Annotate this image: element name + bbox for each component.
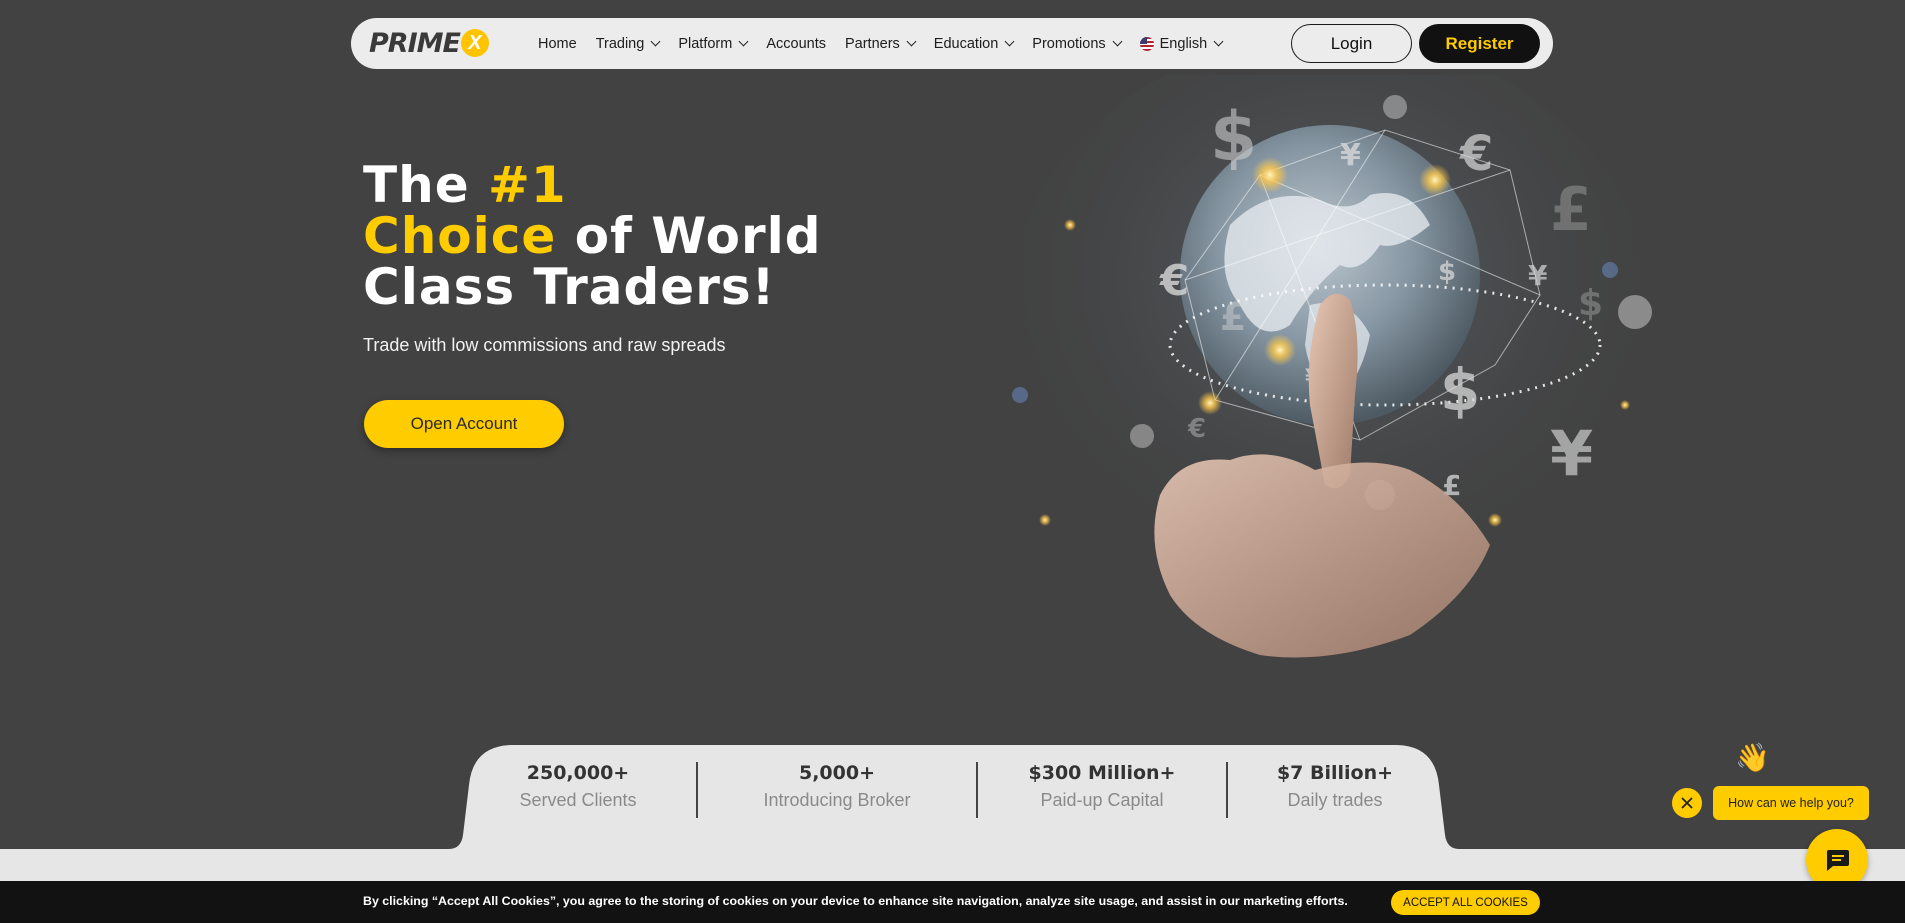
stat-divider <box>1226 762 1228 818</box>
pound-icon: £ <box>1220 295 1246 339</box>
chevron-down-icon <box>650 36 661 47</box>
hero-title-highlight: #1 <box>488 156 567 214</box>
nav-item-promotions[interactable]: Promotions <box>1032 35 1123 52</box>
hero-title-part: Class Traders! <box>363 258 776 316</box>
dollar-icon: $ <box>1578 283 1603 324</box>
nav-item-platform[interactable]: Platform <box>678 35 749 52</box>
register-button[interactable]: Register <box>1419 24 1540 63</box>
stat-paid-up-capital: $300 Million+ Paid-up Capital <box>1002 762 1202 811</box>
sparkle <box>1198 391 1222 415</box>
yen-icon: ¥ <box>1550 417 1593 490</box>
nav-label: Accounts <box>766 35 826 52</box>
nav-label: Trading <box>595 35 645 52</box>
hero-title: The #1 Choice of World Class Traders! <box>363 160 822 313</box>
hero-title-part: The <box>363 156 489 214</box>
sparkle <box>1252 157 1288 193</box>
sparkle <box>1012 387 1028 403</box>
chat-close-button[interactable] <box>1672 788 1702 818</box>
sparkle <box>1419 164 1451 196</box>
stat-value: $7 Billion+ <box>1276 762 1394 784</box>
nav-label: Home <box>538 35 577 52</box>
language-label: English <box>1159 35 1208 52</box>
x-coin-icon <box>1383 95 1407 119</box>
nav-label: Partners <box>844 35 900 52</box>
nav-label: Platform <box>678 35 733 52</box>
x-coin-icon <box>1130 424 1154 448</box>
stat-value: 250,000+ <box>526 762 630 784</box>
x-coin-icon <box>1618 295 1652 329</box>
logo-text: PRIME <box>369 27 461 59</box>
sparkle <box>1264 334 1296 366</box>
dollar-icon: $ <box>1438 257 1456 287</box>
navbar: PRIME X Home Trading Platform Accounts P… <box>351 18 1553 69</box>
us-flag-icon <box>1139 36 1154 51</box>
nav-item-education[interactable]: Education <box>933 35 1015 52</box>
stat-label: Daily trades <box>1287 790 1383 810</box>
stat-daily-trades: $7 Billion+ Daily trades <box>1235 762 1435 811</box>
chat-icon <box>1827 850 1849 871</box>
main-nav: Home Trading Platform Accounts Partners … <box>538 18 1241 69</box>
chevron-down-icon <box>1213 36 1224 47</box>
pound-icon: £ <box>1550 175 1592 245</box>
stat-divider <box>976 762 978 818</box>
open-account-button[interactable]: Open Account <box>364 400 564 448</box>
yen-icon: ¥ <box>1340 138 1361 173</box>
sparkle <box>1602 262 1618 278</box>
logo-mark: X <box>460 29 489 57</box>
cookie-bar: By clicking “Accept All Cookies”, you ag… <box>0 881 1905 923</box>
sparkle <box>1620 400 1630 410</box>
cookie-text: By clicking “Accept All Cookies”, you ag… <box>363 894 1348 908</box>
stat-introducing-broker: 5,000+ Introducing Broker <box>737 762 937 811</box>
euro-icon: € <box>1187 414 1206 444</box>
stat-label: Served Clients <box>519 790 637 810</box>
nav-item-partners[interactable]: Partners <box>844 35 917 52</box>
close-icon <box>1681 797 1693 809</box>
stat-served-clients: 250,000+ Served Clients <box>478 762 678 811</box>
sparkle <box>1064 219 1076 231</box>
stat-value: $300 Million+ <box>1028 762 1176 784</box>
wave-emoji: 👋 <box>1735 742 1770 773</box>
stat-label: Paid-up Capital <box>1040 790 1164 810</box>
nav-item-home[interactable]: Home <box>538 36 577 52</box>
sparkle <box>1488 513 1502 527</box>
chevron-down-icon <box>1112 36 1123 47</box>
euro-icon: € <box>1159 256 1189 305</box>
chat-prompt[interactable]: How can we help you? <box>1713 786 1869 820</box>
dollar-icon: $ <box>1440 356 1480 424</box>
stat-divider <box>696 762 698 818</box>
chevron-down-icon <box>906 36 917 47</box>
nav-item-accounts[interactable]: Accounts <box>766 36 826 52</box>
nav-label: Education <box>933 35 999 52</box>
euro-icon: € <box>1459 126 1493 182</box>
accept-cookies-button[interactable]: ACCEPT ALL COOKIES <box>1391 890 1540 915</box>
chevron-down-icon <box>1004 36 1015 47</box>
chevron-down-icon <box>738 36 749 47</box>
login-button[interactable]: Login <box>1291 24 1412 63</box>
yen-icon: ¥ <box>1528 259 1548 292</box>
stat-value: 5,000+ <box>798 762 876 784</box>
stat-label: Introducing Broker <box>763 790 911 810</box>
nav-item-trading[interactable]: Trading <box>595 35 661 52</box>
logo[interactable]: PRIME X <box>369 26 489 60</box>
sparkle <box>1039 514 1051 526</box>
nav-label: Promotions <box>1032 35 1106 52</box>
language-selector[interactable]: English <box>1139 35 1224 52</box>
hero-subtitle: Trade with low commissions and raw sprea… <box>363 335 726 355</box>
hero-image: $ € ¥ £ € $ ¥ £ $ ¥ € ¥ £ $ <box>1000 75 1660 658</box>
hero-title-part: of World <box>556 207 822 265</box>
hero-title-highlight: Choice <box>363 207 557 265</box>
dollar-icon: $ <box>1210 98 1257 177</box>
